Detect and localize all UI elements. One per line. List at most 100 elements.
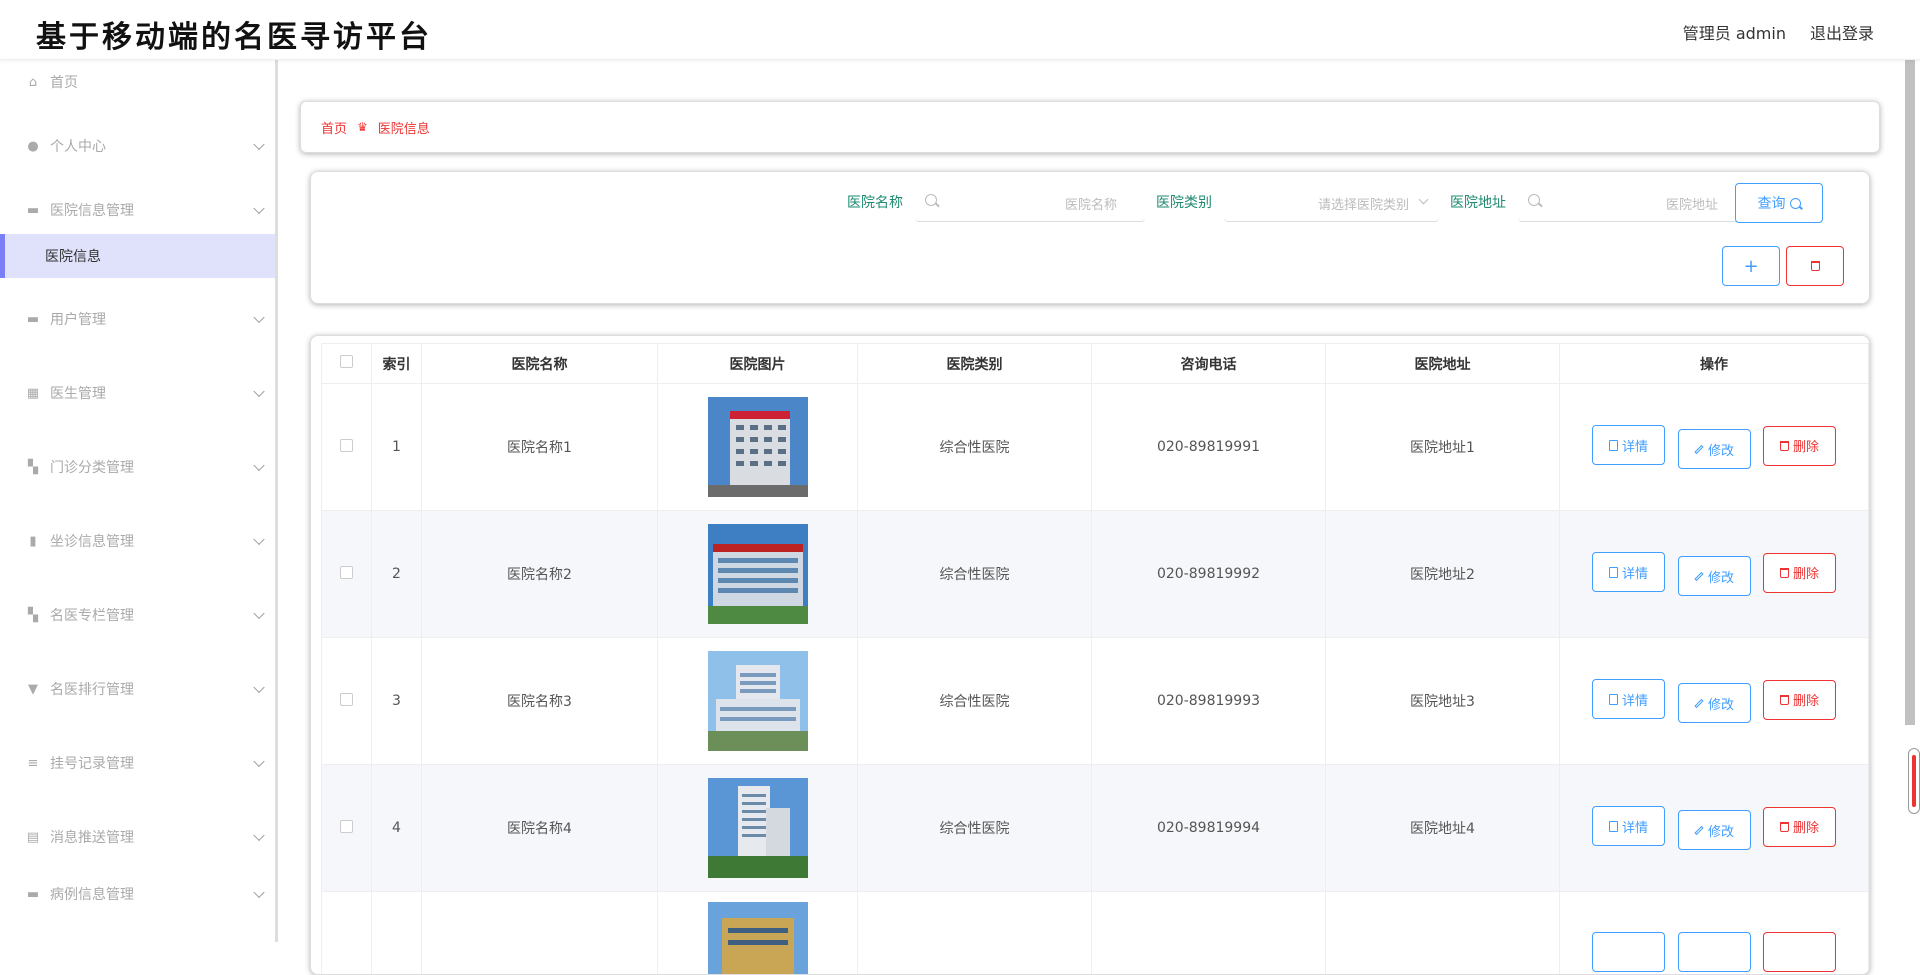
query-button[interactable]: 查询 bbox=[1735, 183, 1823, 223]
document-icon bbox=[1609, 694, 1618, 705]
hospital-image[interactable] bbox=[708, 524, 808, 624]
hospital-image[interactable] bbox=[708, 651, 808, 751]
home-icon: ⌂ bbox=[26, 75, 40, 89]
logout-button[interactable]: 退出登录 bbox=[1810, 20, 1874, 44]
batch-delete-button[interactable] bbox=[1786, 246, 1844, 286]
detail-label: 详情 bbox=[1622, 817, 1648, 836]
sidebar-item-consult-info[interactable]: ▮ 坐诊信息管理 bbox=[0, 504, 275, 578]
row-hospital-type bbox=[858, 892, 1092, 975]
row-phone: 020-89819991 bbox=[1092, 384, 1326, 511]
document-icon bbox=[1609, 567, 1618, 578]
sidebar-item-case-info[interactable]: ▬ 病例信息管理 bbox=[0, 874, 275, 914]
edit-button[interactable]: 修改 bbox=[1678, 429, 1751, 469]
sidebar-item-label: 病例信息管理 bbox=[50, 884, 134, 904]
delete-button[interactable]: 删除 bbox=[1763, 426, 1836, 466]
hospital-type-select[interactable]: 请选择医院类别 bbox=[1224, 182, 1439, 222]
hospital-image[interactable] bbox=[708, 778, 808, 878]
delete-label: 删除 bbox=[1793, 563, 1819, 582]
edit-button[interactable] bbox=[1678, 932, 1751, 972]
document-icon bbox=[1609, 821, 1618, 832]
hospital-image[interactable] bbox=[708, 902, 808, 975]
row-index: 3 bbox=[372, 638, 422, 765]
row-address: 医院地址1 bbox=[1326, 384, 1560, 511]
delete-label: 删除 bbox=[1793, 690, 1819, 709]
chevron-down-icon bbox=[253, 682, 264, 693]
chevron-down-icon bbox=[253, 608, 264, 619]
row-checkbox[interactable] bbox=[340, 820, 353, 833]
row-actions: 详情 修改 删除 bbox=[1560, 384, 1869, 511]
delete-button[interactable] bbox=[1763, 932, 1836, 972]
breadcrumb: 首页 ♛ 医院信息 bbox=[300, 101, 1880, 153]
select-all-checkbox[interactable] bbox=[340, 355, 353, 368]
edit-button[interactable]: 修改 bbox=[1678, 810, 1751, 850]
sidebar-item-label: 首页 bbox=[50, 72, 78, 92]
row-hospital-type: 综合性医院 bbox=[858, 384, 1092, 511]
edit-button[interactable]: 修改 bbox=[1678, 683, 1751, 723]
delete-button[interactable]: 删除 bbox=[1763, 553, 1836, 593]
detail-button[interactable] bbox=[1592, 932, 1665, 972]
table-row: 4 医院名称4 综合性医院 020-89819994 医院地址4 详情 修改 删… bbox=[322, 765, 1869, 892]
sidebar-item-clinic-category[interactable]: ▚ 门诊分类管理 bbox=[0, 430, 275, 504]
sidebar-item-registration[interactable]: ≡ 挂号记录管理 bbox=[0, 726, 275, 800]
sidebar-subitem-hospital-info[interactable]: 医院信息 bbox=[0, 234, 275, 278]
table-header-row: 索引 医院名称 医院图片 医院类别 咨询电话 医院地址 操作 bbox=[322, 344, 1869, 384]
app-title: 基于移动端的名医寻访平台 bbox=[36, 12, 432, 56]
row-actions: 详情 修改 删除 bbox=[1560, 638, 1869, 765]
edit-label: 修改 bbox=[1708, 440, 1734, 459]
hospital-name-input[interactable]: 医院名称 bbox=[915, 182, 1145, 222]
edit-icon bbox=[1694, 444, 1703, 453]
chevron-down-icon bbox=[253, 312, 264, 323]
sidebar-item-home[interactable]: ⌂ 首页 bbox=[0, 60, 275, 104]
chevron-down-icon bbox=[253, 139, 264, 150]
row-checkbox[interactable] bbox=[340, 439, 353, 452]
sidebar-item-label: 医院信息管理 bbox=[50, 200, 134, 220]
sidebar-item-users[interactable]: ▬ 用户管理 bbox=[0, 282, 275, 356]
sidebar-item-doctors[interactable]: ▦ 医生管理 bbox=[0, 356, 275, 430]
row-address: 医院地址3 bbox=[1326, 638, 1560, 765]
detail-button[interactable]: 详情 bbox=[1592, 425, 1665, 465]
delete-button[interactable]: 删除 bbox=[1763, 807, 1836, 847]
sidebar-item-doctor-ranking[interactable]: ▼ 名医排行管理 bbox=[0, 652, 275, 726]
search-icon bbox=[1528, 194, 1540, 206]
sidebar-item-profile[interactable]: ● 个人中心 bbox=[0, 118, 275, 174]
query-button-label: 查询 bbox=[1758, 193, 1786, 213]
edit-icon bbox=[1694, 571, 1703, 580]
detail-button[interactable]: 详情 bbox=[1592, 679, 1665, 719]
detail-label: 详情 bbox=[1622, 563, 1648, 582]
row-index bbox=[372, 892, 422, 975]
row-checkbox[interactable] bbox=[340, 693, 353, 706]
search-icon bbox=[925, 194, 937, 206]
edit-label: 修改 bbox=[1708, 821, 1734, 840]
column-header: 咨询电话 bbox=[1092, 344, 1326, 384]
sidebar-item-doctor-column[interactable]: ▚ 名医专栏管理 bbox=[0, 578, 275, 652]
row-phone: 020-89819992 bbox=[1092, 511, 1326, 638]
hospital-address-input[interactable]: 医院地址 bbox=[1518, 182, 1746, 222]
breadcrumb-home[interactable]: 首页 bbox=[321, 118, 347, 137]
sidebar-item-hospital-mgmt[interactable]: ▬ 医院信息管理 bbox=[0, 186, 275, 234]
row-checkbox[interactable] bbox=[340, 566, 353, 579]
row-hospital-type: 综合性医院 bbox=[858, 765, 1092, 892]
detail-label: 详情 bbox=[1622, 436, 1648, 455]
search-panel: 医院名称 医院名称 医院类别 请选择医院类别 医院地址 医院地址 查询 + bbox=[310, 171, 1870, 304]
apps-icon: ▚ bbox=[26, 608, 40, 622]
chevron-down-icon bbox=[253, 756, 264, 767]
hospital-name-label: 医院名称 bbox=[847, 192, 903, 212]
hospital-type-placeholder: 请选择医院类别 bbox=[1318, 194, 1409, 213]
hospital-image[interactable] bbox=[708, 397, 808, 497]
table-row: 2 医院名称2 综合性医院 020-89819992 医院地址2 详情 修改 删… bbox=[322, 511, 1869, 638]
scrollbar-thumb[interactable] bbox=[1905, 60, 1915, 725]
delete-button[interactable]: 删除 bbox=[1763, 680, 1836, 720]
detail-button[interactable]: 详情 bbox=[1592, 806, 1665, 846]
row-phone bbox=[1092, 892, 1326, 975]
search-icon bbox=[1790, 198, 1801, 209]
top-bar: 基于移动端的名医寻访平台 管理员 admin 退出登录 bbox=[0, 0, 1920, 60]
sidebar-item-message-push[interactable]: ▤ 消息推送管理 bbox=[0, 800, 275, 874]
sidebar-item-label: 挂号记录管理 bbox=[50, 753, 134, 773]
user-label[interactable]: 管理员 admin bbox=[1683, 20, 1786, 44]
add-button[interactable]: + bbox=[1722, 246, 1780, 286]
edit-button[interactable]: 修改 bbox=[1678, 556, 1751, 596]
sidebar-item-label: 个人中心 bbox=[50, 136, 106, 156]
chevron-down-icon bbox=[253, 386, 264, 397]
hospital-separator-icon: ♛ bbox=[357, 120, 368, 134]
detail-button[interactable]: 详情 bbox=[1592, 552, 1665, 592]
